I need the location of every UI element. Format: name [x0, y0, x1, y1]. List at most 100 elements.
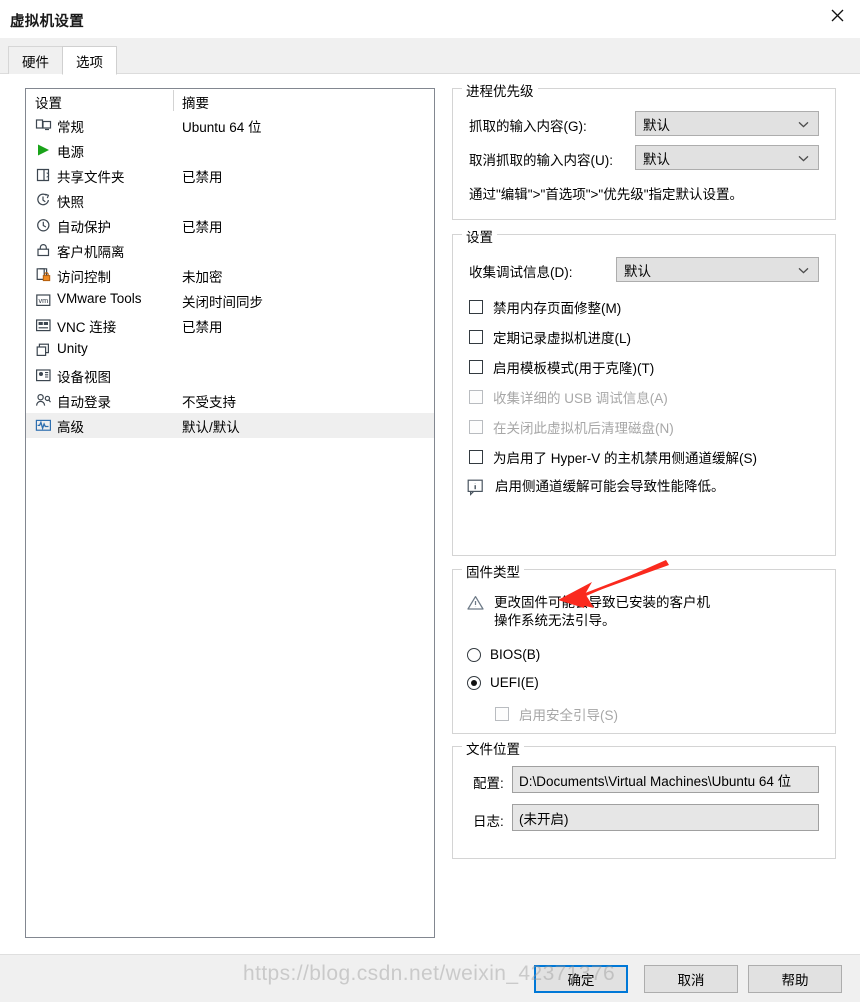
list-item-summary: Ubuntu 64 位 — [182, 120, 262, 135]
title-bar: 虚拟机设置 — [0, 0, 860, 38]
radio-firmware-uefi[interactable]: UEFI(E) — [467, 675, 539, 690]
list-item[interactable]: 电源 — [26, 138, 434, 163]
snapshot-icon — [34, 191, 53, 210]
checkbox-box — [469, 420, 483, 434]
list-item-name: 快照 — [57, 195, 84, 210]
grab-input-value: 默认 — [643, 117, 670, 133]
ok-button[interactable]: 确定 — [534, 965, 628, 993]
group-legend: 进程优先级 — [462, 80, 538, 100]
radio-firmware-bios[interactable]: BIOS(B) — [467, 647, 540, 662]
checkbox-box — [469, 330, 483, 344]
list-item[interactable]: 自动登录 不受支持 — [26, 388, 434, 413]
list-item-name: 自动保护 — [57, 220, 111, 235]
list-item-advanced[interactable]: 高级 默认/默认 — [26, 413, 434, 438]
list-item[interactable]: 客户机隔离 — [26, 238, 434, 263]
list-item-summary: 关闭时间同步 — [182, 295, 263, 310]
list-item[interactable]: 快照 — [26, 188, 434, 213]
list-item[interactable]: 共享文件夹 已禁用 — [26, 163, 434, 188]
close-icon[interactable] — [814, 0, 860, 31]
list-item[interactable]: 自动保护 已禁用 — [26, 213, 434, 238]
list-item-name: 常规 — [57, 120, 84, 135]
firmware-warning-text: 更改固件可能会导致已安装的客户机 操作系统无法引导。 — [494, 595, 710, 628]
unity-icon — [34, 341, 53, 360]
checkbox-box — [469, 390, 483, 404]
side-channel-info-notice: 启用侧通道缓解可能会导致性能降低。 — [467, 478, 725, 501]
config-path-field[interactable]: D:\Documents\Virtual Machines\Ubuntu 64 … — [512, 766, 819, 793]
list-item-name: 电源 — [57, 145, 84, 160]
group-legend: 固件类型 — [462, 561, 524, 581]
list-item-name: 共享文件夹 — [57, 170, 125, 185]
page-title: 虚拟机设置 — [10, 14, 84, 30]
list-item-summary: 默认/默认 — [182, 420, 240, 435]
chevron-down-icon — [798, 115, 809, 133]
checkbox-disable-side-channel-mitigations[interactable]: 为启用了 Hyper-V 的主机禁用侧通道缓解(S) — [469, 447, 757, 467]
list-item-name: Unity — [57, 341, 88, 356]
column-header-summary: 摘要 — [182, 96, 209, 111]
ungrab-input-value: 默认 — [643, 151, 670, 167]
group-file-location: 文件位置 配置: D:\Documents\Virtual Machines\U… — [452, 738, 836, 859]
vm-settings-dialog: 虚拟机设置 硬件 选项 设置 摘要 常规 Ubuntu 64 位 电源 共享文件… — [0, 0, 860, 1002]
access-lock-icon — [34, 266, 53, 285]
priority-hint-text: 通过"编辑">"首选项">"优先级"指定默认设置。 — [469, 187, 744, 202]
chevron-down-icon — [798, 261, 809, 279]
list-header: 设置 摘要 — [26, 89, 434, 113]
list-item-name: VNC 连接 — [57, 320, 117, 335]
column-divider — [173, 90, 174, 111]
info-notice-text: 启用侧通道缓解可能会导致性能降低。 — [495, 479, 725, 494]
ungrab-input-combo[interactable]: 默认 — [635, 145, 819, 170]
help-button[interactable]: 帮助 — [748, 965, 842, 993]
power-play-icon — [34, 141, 53, 160]
list-item[interactable]: Unity — [26, 338, 434, 363]
checkbox-template-mode[interactable]: 启用模板模式(用于克隆)(T) — [469, 357, 654, 377]
checkbox-clean-disk-on-shutdown: 在关闭此虚拟机后清理磁盘(N) — [469, 417, 674, 437]
autologon-icon — [34, 391, 53, 410]
vmware-tools-icon: vm — [34, 291, 53, 310]
checkbox-enable-secure-boot: 启用安全引导(S) — [495, 704, 618, 724]
list-item-summary: 已禁用 — [182, 220, 223, 235]
checkbox-usb-debug-info: 收集详细的 USB 调试信息(A) — [469, 387, 668, 407]
config-path-label: 配置: — [473, 776, 504, 791]
help-button-label: 帮助 — [781, 973, 809, 988]
checkbox-disable-memory-trim[interactable]: 禁用内存页面修整(M) — [469, 297, 621, 317]
list-item[interactable]: VNC 连接 已禁用 — [26, 313, 434, 338]
list-item-summary: 未加密 — [182, 270, 223, 285]
checkbox-label: 启用安全引导(S) — [519, 708, 618, 723]
dialog-body: 设置 摘要 常规 Ubuntu 64 位 电源 共享文件夹 已禁用 快照 自动保… — [0, 74, 860, 954]
list-item-summary: 已禁用 — [182, 320, 223, 335]
cancel-button[interactable]: 取消 — [644, 965, 738, 993]
list-item[interactable]: 设备视图 — [26, 363, 434, 388]
debug-info-combo[interactable]: 默认 — [616, 257, 819, 282]
tab-hardware[interactable]: 硬件 — [8, 46, 63, 74]
column-header-settings: 设置 — [35, 96, 62, 111]
group-legend: 设置 — [462, 226, 497, 246]
warning-triangle-icon — [467, 595, 484, 616]
tab-options[interactable]: 选项 — [62, 46, 117, 75]
checkbox-label: 在关闭此虚拟机后清理磁盘(N) — [493, 421, 674, 436]
log-path-field[interactable]: (未开启) — [512, 804, 819, 831]
monitor-icon — [34, 116, 53, 135]
grab-input-combo[interactable]: 默认 — [635, 111, 819, 136]
settings-list[interactable]: 设置 摘要 常规 Ubuntu 64 位 电源 共享文件夹 已禁用 快照 自动保… — [25, 88, 435, 938]
tab-strip: 硬件 选项 — [0, 38, 860, 75]
checkbox-box — [495, 707, 509, 721]
list-item[interactable]: 访问控制 未加密 — [26, 263, 434, 288]
tab-options-label: 选项 — [76, 54, 103, 70]
checkbox-log-vm-progress[interactable]: 定期记录虚拟机进度(L) — [469, 327, 631, 347]
list-item-name: 设备视图 — [57, 370, 111, 385]
checkbox-label: 收集详细的 USB 调试信息(A) — [493, 391, 668, 406]
log-path-value: (未开启) — [519, 811, 569, 827]
advanced-icon — [34, 416, 53, 435]
log-path-label: 日志: — [473, 814, 504, 829]
ungrab-input-label: 取消抓取的输入内容(U): — [469, 153, 613, 168]
radio-button — [467, 675, 481, 690]
radio-label: BIOS(B) — [490, 647, 541, 662]
checkbox-label: 禁用内存页面修整(M) — [493, 301, 622, 316]
list-item[interactable]: 常规 Ubuntu 64 位 — [26, 113, 434, 138]
list-item[interactable]: vm VMware Tools 关闭时间同步 — [26, 288, 434, 313]
dialog-footer: 确定 取消 帮助 — [0, 954, 860, 1002]
grab-input-label: 抓取的输入内容(G): — [469, 119, 587, 134]
checkbox-label: 定期记录虚拟机进度(L) — [493, 331, 631, 346]
chevron-down-icon — [798, 149, 809, 167]
svg-text:vm: vm — [39, 296, 49, 305]
checkbox-box — [469, 450, 483, 464]
